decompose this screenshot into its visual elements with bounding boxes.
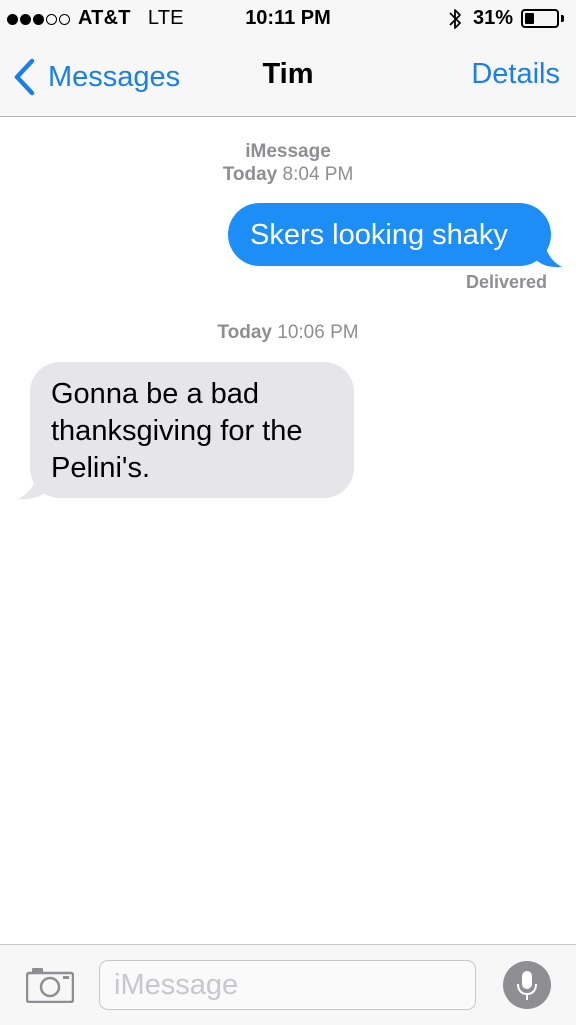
service-label: iMessage (0, 141, 576, 163)
message-line: thanksgiving for the (51, 415, 303, 447)
timestamp-day: Today (222, 164, 278, 185)
battery-tip (561, 15, 564, 22)
delivery-status: Delivered (465, 272, 547, 292)
incoming-message[interactable]: Gonna be a bad thanksgiving for the Peli… (30, 362, 354, 498)
timestamp-day: Today (217, 322, 272, 343)
service-name: iMessage (245, 141, 331, 162)
outgoing-message[interactable]: Skers looking shaky (228, 203, 551, 266)
battery-level (525, 13, 534, 24)
bluetooth-icon (449, 9, 461, 29)
message-input[interactable] (99, 960, 476, 1010)
battery-percent: 31% (473, 7, 514, 29)
message-line: Pelini's. (51, 452, 151, 484)
timestamp-header: Today 8:04 PM (0, 164, 576, 186)
timestamp-header: Today 10:06 PM (0, 322, 576, 344)
battery-icon (521, 9, 559, 28)
message-input-bar (0, 944, 576, 1025)
microphone-icon[interactable] (503, 961, 551, 1009)
details-button[interactable]: Details (471, 58, 560, 91)
nav-bar: Messages Tim Details (0, 40, 576, 117)
status-bar: AT&T LTE 10:11 PM 31% (0, 0, 576, 40)
message-line: Gonna be a bad (51, 378, 260, 410)
timestamp-time: 10:06 PM (277, 322, 359, 343)
timestamp-time: 8:04 PM (282, 164, 354, 185)
camera-icon[interactable] (26, 967, 74, 1003)
